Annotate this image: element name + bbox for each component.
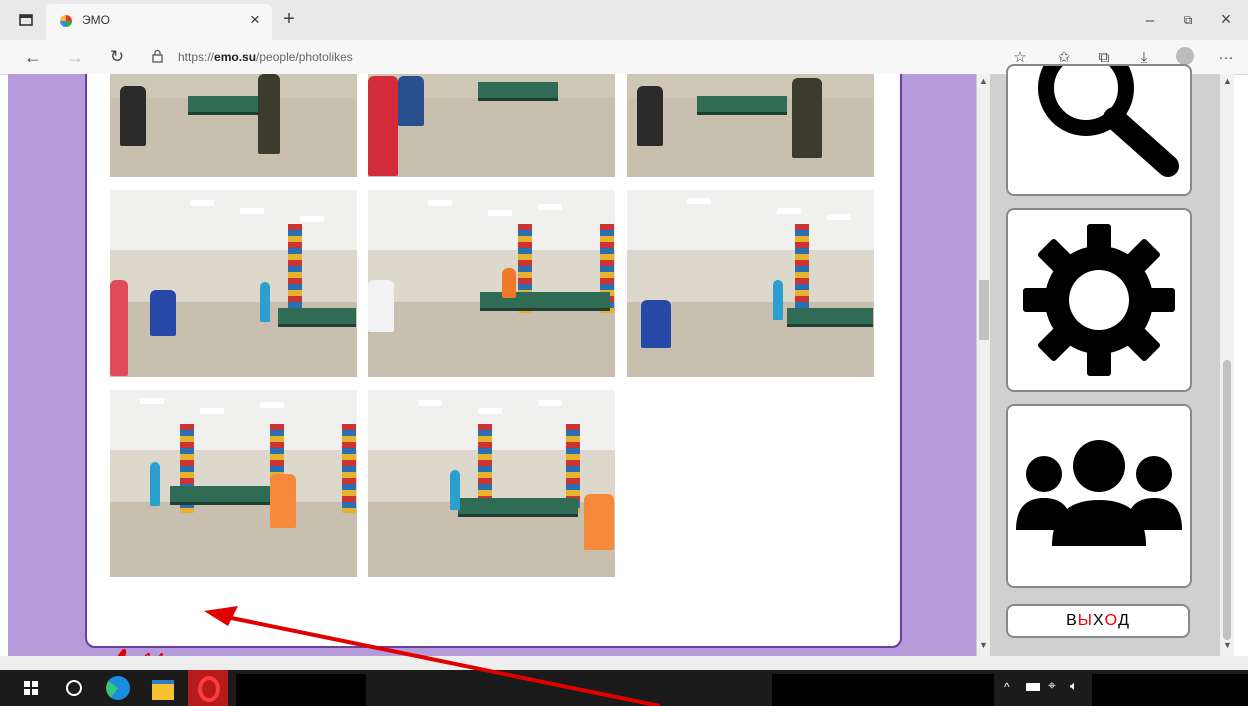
taskbar-redacted-area bbox=[1092, 674, 1248, 706]
taskbar-redacted-area bbox=[772, 674, 994, 706]
profile-avatar[interactable] bbox=[1176, 47, 1194, 65]
exit-label-part: Ы bbox=[1077, 612, 1093, 629]
url-host: emo.su bbox=[214, 50, 257, 64]
browser-scroll-thumb[interactable] bbox=[1223, 360, 1231, 640]
tab-close-button[interactable]: × bbox=[250, 10, 260, 30]
search-button[interactable] bbox=[1006, 64, 1192, 196]
back-arrow-icon[interactable]: ← bbox=[20, 46, 46, 68]
exit-label-part: О bbox=[1104, 612, 1119, 629]
exit-label-part: Д bbox=[1118, 612, 1130, 629]
users-group-icon bbox=[1016, 440, 1182, 546]
new-tab-button[interactable]: + bbox=[278, 8, 300, 30]
photo-2[interactable] bbox=[368, 74, 615, 177]
search-circle-icon[interactable] bbox=[66, 680, 82, 696]
opera-app-icon[interactable] bbox=[188, 670, 228, 706]
photo-5[interactable] bbox=[368, 190, 615, 377]
post-card: 14 bbox=[85, 74, 902, 656]
file-explorer-icon[interactable] bbox=[152, 680, 174, 700]
url-path: /people/photolikes bbox=[256, 50, 353, 64]
tab-actions-icon[interactable] bbox=[16, 10, 36, 30]
photo-4[interactable] bbox=[110, 190, 357, 377]
volume-icon[interactable]: 🔈︎ bbox=[1070, 678, 1078, 694]
like-counter[interactable]: 14 bbox=[107, 648, 165, 656]
photo-8[interactable] bbox=[368, 390, 615, 577]
page-content: 14 bbox=[8, 74, 976, 656]
page-scroll-thumb[interactable] bbox=[979, 280, 989, 340]
exit-label-part: В bbox=[1066, 612, 1078, 629]
browser-tab-bar: ЭМО × + – ⧉ × bbox=[0, 0, 1248, 40]
photo-7[interactable] bbox=[110, 390, 357, 577]
minimize-button[interactable]: – bbox=[1138, 10, 1162, 30]
forward-arrow-icon[interactable]: → bbox=[62, 46, 88, 68]
gear-icon bbox=[1023, 224, 1175, 376]
more-menu-icon[interactable]: ··· bbox=[1212, 46, 1240, 68]
exit-button[interactable]: ВЫХОД bbox=[1006, 604, 1190, 638]
thumbs-up-icon[interactable] bbox=[107, 648, 137, 656]
url-field[interactable]: https://emo.su/people/photolikes bbox=[140, 43, 1000, 71]
tab-title: ЭМО bbox=[82, 13, 110, 27]
network-icon[interactable]: ⌖ bbox=[1048, 677, 1056, 694]
page-scroll-down-icon[interactable]: ▼ bbox=[979, 640, 988, 650]
sidebar: ВЫХОД bbox=[990, 64, 1220, 656]
photo-3[interactable] bbox=[627, 74, 874, 177]
people-button[interactable] bbox=[1006, 404, 1192, 588]
opera-icon bbox=[198, 676, 220, 702]
restore-button[interactable]: ⧉ bbox=[1176, 10, 1200, 30]
photo-1[interactable] bbox=[110, 74, 357, 177]
lock-icon bbox=[152, 49, 163, 63]
edge-browser-icon[interactable] bbox=[106, 676, 130, 700]
scroll-down-icon[interactable]: ▼ bbox=[1223, 640, 1232, 650]
search-icon bbox=[1038, 66, 1179, 177]
page-scrollbar[interactable]: ▲ ▼ bbox=[976, 74, 991, 656]
page-scroll-up-icon[interactable]: ▲ bbox=[979, 76, 988, 86]
taskbar: ^ ⌖ 🔈︎ bbox=[0, 670, 1248, 706]
url-prefix: https:// bbox=[178, 50, 215, 64]
tray-chevron-icon[interactable]: ^ bbox=[1004, 680, 1010, 694]
browser-tab[interactable]: ЭМО × bbox=[46, 4, 272, 40]
refresh-icon[interactable]: ↻ bbox=[104, 46, 130, 68]
taskbar-redacted-area bbox=[236, 674, 366, 706]
site-favicon-icon bbox=[60, 15, 72, 27]
browser-scrollbar[interactable]: ▲ ▼ bbox=[1220, 74, 1234, 656]
window-close-button[interactable]: × bbox=[1214, 8, 1238, 30]
horizontal-scrollbar[interactable] bbox=[0, 656, 1248, 670]
settings-button[interactable] bbox=[1006, 208, 1192, 392]
windows-start-icon[interactable] bbox=[24, 681, 38, 695]
battery-icon[interactable] bbox=[1026, 683, 1040, 691]
photo-6[interactable] bbox=[627, 190, 874, 377]
scroll-up-icon[interactable]: ▲ bbox=[1223, 76, 1232, 86]
exit-label-part: Х bbox=[1092, 612, 1105, 629]
